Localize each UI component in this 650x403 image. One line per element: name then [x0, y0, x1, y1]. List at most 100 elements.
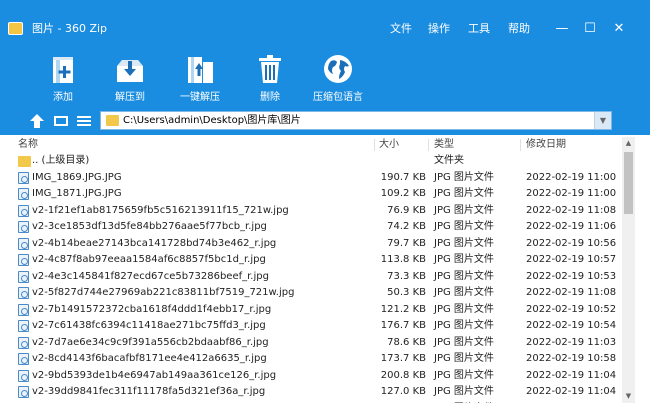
file-size: 113.8 KB [380, 254, 426, 265]
file-row[interactable]: v2-5f827d744e27969ab221c83811bf7519_721w… [0, 285, 622, 302]
menu-tools[interactable]: 工具 [468, 22, 490, 36]
menu-operate[interactable]: 操作 [428, 22, 450, 36]
close-button[interactable]: ✕ [606, 18, 632, 40]
file-size: 76.9 KB [387, 204, 426, 216]
column-modified[interactable]: 修改日期 [526, 139, 566, 151]
one-click-extract-label: 一键解压 [180, 92, 220, 103]
add-button[interactable]: 添加 [31, 52, 95, 104]
file-size: 79.7 KB [387, 237, 426, 249]
folder-icon [18, 156, 31, 167]
file-size: 73.3 KB [387, 270, 426, 282]
file-modified: 2022-02-19 10:52 [526, 303, 617, 315]
file-type: JPG 图片文件 [434, 287, 494, 298]
file-size: 127.0 KB [380, 386, 426, 397]
file-row[interactable]: .. (上级目录) 文件夹 [0, 153, 622, 170]
image-file-icon [18, 270, 29, 283]
file-type: JPG 图片文件 [434, 320, 494, 331]
file-modified: 2022-02-19 10:53 [526, 270, 617, 282]
delete-label: 删除 [260, 92, 280, 103]
ribbon-area: 图片 - 360 Zip 文件 操作 工具 帮助 — ☐ ✕ 添加 解压到 一键… [0, 0, 650, 135]
file-name: v2-8cd4143f6bacafbf8171ee4e412a6635_r.jp… [32, 353, 267, 364]
file-size: 74.2 KB [387, 221, 426, 232]
file-name: v2-5f827d744e27969ab221c83811bf7519_721w… [32, 287, 295, 298]
file-name: v2-7c61438fc6394c11418ae271bc75ffd3_r.jp… [32, 320, 266, 331]
image-file-icon [18, 320, 29, 332]
file-row[interactable]: v2-9bd5393de1b4e6947ab149aa361ce126_r.jp… [0, 368, 622, 385]
file-modified: 2022-02-19 10:57 [526, 254, 617, 265]
vertical-scrollbar[interactable]: ▲ ▼ [622, 137, 635, 403]
file-row[interactable]: v2-4b14beae27143bca141728bd74b3e462_r.jp… [0, 236, 622, 253]
file-name: v2-3ce1853df13d5fe84bb276aae5f77bcb_r.jp… [32, 221, 267, 232]
file-row[interactable]: IMG_1871.JPG.JPG 109.2 KB JPG 图片文件 2022-02-… [0, 186, 622, 203]
file-size: 200.8 KB [380, 369, 426, 381]
file-size: 173.7 KB [380, 353, 426, 364]
image-file-icon [18, 386, 29, 398]
file-row[interactable]: v2-7c61438fc6394c11418ae271bc75ffd3_r.jp… [0, 318, 622, 335]
file-type: JPG 图片文件 [434, 369, 494, 381]
image-file-icon [18, 254, 29, 266]
file-size: 121.2 KB [380, 303, 426, 315]
file-row[interactable]: v2-1f21ef1ab8175659fb5c516213911f15_721w… [0, 203, 622, 220]
file-type: JPG 图片文件 [434, 386, 494, 397]
file-name: v2-39dd9841fec311f11178fa5d321ef36a_r.jp… [32, 386, 266, 397]
chevron-down-icon[interactable]: ▼ [594, 112, 611, 129]
column-name[interactable]: 名称 [18, 139, 38, 151]
one-click-extract-button[interactable]: 一键解压 [168, 52, 232, 104]
file-row[interactable]: v2-39dd9841fec311f11178fa5d321ef36a_r.jp… [0, 384, 622, 401]
file-size: 176.7 KB [380, 320, 426, 331]
file-row[interactable]: v2-8cd4143f6bacafbf8171ee4e412a6635_r.jp… [0, 351, 622, 368]
extract-icon [113, 52, 147, 86]
address-bar[interactable]: C:\Users\admin\Desktop\图片库\图片 ▼ [100, 111, 612, 130]
one-click-extract-icon [183, 52, 217, 86]
file-size: 50.3 KB [387, 287, 426, 298]
file-name: v2-7d7ae6e34c9c9f391a556cb2bdaabf86_r.jp… [32, 336, 269, 348]
image-file-icon [18, 171, 29, 184]
menu-help[interactable]: 帮助 [508, 22, 530, 36]
file-row[interactable]: v2-4e3c145841f827ecd67ce5b73286beef_r.jp… [0, 269, 622, 286]
file-type: JPG 图片文件 [434, 270, 494, 282]
menu-file[interactable]: 文件 [390, 22, 412, 36]
file-row[interactable]: v2-4c87f8ab97eeaa1584af6c8857f5bc1d_r.jp… [0, 252, 622, 269]
view-icons-button[interactable] [52, 112, 70, 130]
file-type: JPG 图片文件 [434, 336, 494, 348]
add-label: 添加 [53, 92, 73, 103]
file-row[interactable]: v2-7d7ae6e34c9c9f391a556cb2bdaabf86_r.jp… [0, 335, 622, 352]
file-modified: 2022-02-19 11:06 [526, 221, 617, 232]
file-name: IMG_1871.JPG.JPG [32, 188, 122, 199]
file-type: JPG 图片文件 [434, 353, 494, 364]
scroll-up-icon[interactable]: ▲ [622, 137, 635, 150]
file-name: v2-4b14beae27143bca141728bd74b3e462_r.jp… [32, 237, 277, 249]
file-name: v2-4c87f8ab97eeaa1584af6c8857f5bc1d_r.jp… [32, 254, 266, 265]
file-rows: .. (上级目录) 文件夹 IMG_1869.JPG.JPG 190.7 KB JPG … [0, 153, 622, 403]
file-name: v2-9bd5393de1b4e6947ab149aa361ce126_r.jp… [32, 369, 277, 381]
file-row[interactable]: v2-7b1491572372cba1618f4ddd1f4ebb17_r.jp… [0, 302, 622, 319]
minimize-button[interactable]: — [549, 18, 575, 40]
maximize-button[interactable]: ☐ [577, 18, 603, 40]
file-modified: 2022-02-19 10:54 [526, 320, 617, 331]
image-file-icon [18, 336, 29, 349]
scroll-thumb[interactable] [624, 152, 633, 214]
image-file-icon [18, 287, 29, 299]
image-file-icon [18, 353, 29, 365]
globe-icon [321, 52, 355, 86]
column-divider [520, 139, 521, 151]
trash-icon [253, 52, 287, 86]
file-name: v2-4e3c145841f827ecd67ce5b73286beef_r.jp… [32, 270, 269, 282]
file-row[interactable]: v2-3ce1853df13d5fe84bb276aae5f77bcb_r.jp… [0, 219, 622, 236]
image-file-icon [18, 221, 29, 233]
image-file-icon [18, 188, 29, 200]
file-modified: 2022-02-19 10:56 [526, 237, 617, 249]
delete-button[interactable]: 删除 [238, 52, 302, 104]
column-divider [374, 139, 375, 151]
file-type: JPG 图片文件 [434, 188, 494, 199]
column-type[interactable]: 类型 [434, 139, 454, 151]
file-modified: 2022-02-19 11:08 [526, 204, 617, 216]
extract-to-button[interactable]: 解压到 [98, 52, 162, 104]
archive-language-button[interactable]: 压缩包语言 [306, 52, 370, 104]
file-row[interactable]: IMG_1869.JPG.JPG 190.7 KB JPG 图片文件 2022-02-… [0, 170, 622, 187]
scroll-down-icon[interactable]: ▼ [622, 390, 635, 403]
up-button[interactable] [28, 112, 46, 130]
column-size[interactable]: 大小 [379, 139, 399, 151]
file-type: 文件夹 [434, 155, 464, 166]
view-list-button[interactable] [75, 112, 93, 130]
